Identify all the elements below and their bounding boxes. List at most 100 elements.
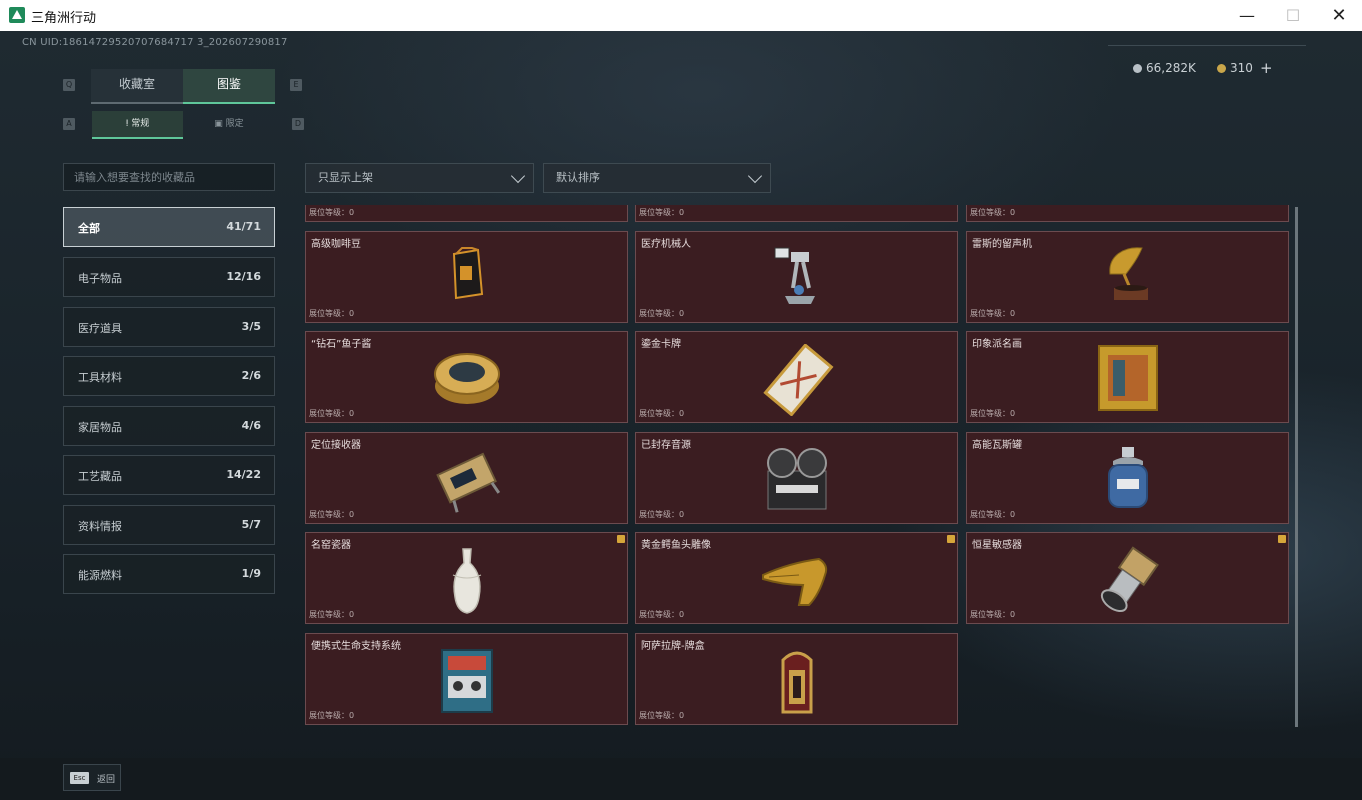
item-level: 展位等级：0 <box>309 409 355 418</box>
item-card[interactable]: 展位等级：0 <box>966 205 1289 222</box>
item-level: 展位等级：0 <box>970 409 1016 418</box>
item-level: 展位等级：0 <box>309 309 355 318</box>
item-name: 已封存音源 <box>641 440 691 451</box>
item-level: 展位等级：0 <box>970 610 1016 619</box>
category-energy[interactable]: 能源燃料 1/9 <box>63 554 275 594</box>
category-name: 资料情报 <box>78 520 122 533</box>
subtab-regular-label: 常规 <box>131 119 150 129</box>
item-name: 阿萨拉牌-牌盒 <box>641 641 705 652</box>
category-count: 12/16 <box>226 270 261 283</box>
warning-icon <box>947 535 955 543</box>
item-card[interactable]: “钻石”鱼子酱 展位等级：0 <box>305 331 628 423</box>
item-card[interactable]: 展位等级：0 <box>305 205 628 222</box>
add-currency-button[interactable]: + <box>1260 59 1273 77</box>
key-hint-d: D <box>292 118 304 130</box>
gold-currency: 310 <box>1217 61 1253 75</box>
sort-value: 默认排序 <box>556 171 600 184</box>
category-count: 14/22 <box>226 468 261 481</box>
silver-coin-icon <box>1133 64 1142 73</box>
item-level: 展位等级：0 <box>970 510 1016 519</box>
item-name: 雷斯的留声机 <box>972 239 1032 250</box>
category-electronics[interactable]: 电子物品 12/16 <box>63 257 275 297</box>
medical-robot-icon <box>774 247 815 304</box>
category-name: 家居物品 <box>78 421 122 434</box>
item-card[interactable]: 展位等级：0 <box>635 205 958 222</box>
grid-scrollbar[interactable] <box>1295 207 1298 727</box>
silver-currency: 66,282K <box>1133 61 1196 75</box>
window-title: 三角洲行动 <box>31 11 97 26</box>
item-name: 高能瓦斯罐 <box>972 440 1022 451</box>
receiver-icon <box>435 452 500 513</box>
tab-catalog[interactable]: 图鉴 <box>183 69 275 104</box>
sort-dropdown[interactable]: 默认排序 <box>543 163 771 193</box>
item-card[interactable]: 高能瓦斯罐 展位等级：0 <box>966 432 1289 524</box>
item-card[interactable]: 医疗机械人 展位等级：0 <box>635 231 958 323</box>
category-household[interactable]: 家居物品 4/6 <box>63 406 275 446</box>
item-card[interactable]: 黄金鳄鱼头雕像 展位等级：0 <box>635 532 958 624</box>
gas-canister-icon <box>1107 447 1148 508</box>
item-card[interactable]: 名窑瓷器 展位等级：0 <box>305 532 628 624</box>
category-count: 5/7 <box>241 518 261 531</box>
warning-icon <box>617 535 625 543</box>
item-card[interactable]: 阿萨拉牌-牌盒 展位等级：0 <box>635 633 958 725</box>
game-area: CN UID:18614729520707684717 3_2026072908… <box>0 31 1362 800</box>
gold-crocodile-icon <box>761 557 827 606</box>
star-sensor-icon <box>1100 546 1159 613</box>
category-crafts[interactable]: 工艺藏品 14/22 <box>63 455 275 495</box>
picture-icon: ▣ <box>214 119 226 129</box>
minimize-button[interactable]: — <box>1224 0 1270 31</box>
maximize-button[interactable]: ☐ <box>1270 0 1316 31</box>
category-name: 能源燃料 <box>78 569 122 582</box>
gramophone-icon <box>1108 247 1148 300</box>
item-level: 展位等级：0 <box>639 409 685 418</box>
item-level: 展位等级：0 <box>639 208 685 217</box>
search-input[interactable] <box>63 163 275 191</box>
close-button[interactable]: ✕ <box>1316 0 1362 31</box>
item-level: 展位等级：0 <box>309 711 355 720</box>
category-count: 4/6 <box>241 419 261 432</box>
item-card[interactable]: 印象派名画 展位等级：0 <box>966 331 1289 423</box>
category-tools[interactable]: 工具材料 2/6 <box>63 356 275 396</box>
item-card[interactable]: 高级咖啡豆 展位等级：0 <box>305 231 628 323</box>
category-all[interactable]: 全部 41/71 <box>63 207 275 247</box>
category-name: 工艺藏品 <box>78 470 122 483</box>
footer-bar <box>0 758 1362 800</box>
tab-collection-room[interactable]: 收藏室 <box>91 69 183 104</box>
porcelain-vase-icon <box>452 548 481 614</box>
collection-grid: 展位等级：0 展位等级：0 展位等级：0 高级咖啡豆 展位等级：0 医疗机械人 <box>305 205 1289 728</box>
category-name: 工具材料 <box>78 371 122 384</box>
item-card[interactable]: 恒星敏感器 展位等级：0 <box>966 532 1289 624</box>
category-intel[interactable]: 资料情报 5/7 <box>63 505 275 545</box>
item-card[interactable]: 定位接收器 展位等级：0 <box>305 432 628 524</box>
item-level: 展位等级：0 <box>639 711 685 720</box>
item-name: 印象派名画 <box>972 339 1022 350</box>
item-level: 展位等级：0 <box>639 309 685 318</box>
subtab-limited[interactable]: ▣ 限定 <box>183 111 275 137</box>
category-count: 41/71 <box>226 220 261 233</box>
warning-icon <box>1278 535 1286 543</box>
life-support-icon <box>440 649 493 713</box>
player-uid: CN UID:18614729520707684717 3_2026072908… <box>22 37 288 48</box>
coffee-bag-icon <box>452 247 483 300</box>
category-name: 全部 <box>78 222 100 235</box>
item-name: 定位接收器 <box>311 440 361 451</box>
category-count: 2/6 <box>241 369 261 382</box>
item-card[interactable]: 雷斯的留声机 展位等级：0 <box>966 231 1289 323</box>
shelf-filter-dropdown[interactable]: 只显示上架 <box>305 163 534 193</box>
item-name: 黄金鳄鱼头雕像 <box>641 540 711 551</box>
reel-recorder-icon <box>766 448 827 510</box>
category-medical[interactable]: 医疗道具 3/5 <box>63 307 275 347</box>
item-card[interactable]: 已封存音源 展位等级：0 <box>635 432 958 524</box>
item-card[interactable]: 鎏金卡牌 展位等级：0 <box>635 331 958 423</box>
item-name: 高级咖啡豆 <box>311 239 361 250</box>
silver-amount: 66,282K <box>1146 61 1196 75</box>
back-button[interactable]: Esc 返回 <box>63 764 121 791</box>
item-level: 展位等级：0 <box>970 208 1016 217</box>
item-card[interactable]: 便携式生命支持系统 展位等级：0 <box>305 633 628 725</box>
category-count: 3/5 <box>241 320 261 333</box>
card-box-icon <box>781 651 812 714</box>
subtab-regular[interactable]: ⵑ 常规 <box>92 111 183 139</box>
shelf-filter-value: 只显示上架 <box>318 171 373 184</box>
gold-coin-icon <box>1217 64 1226 73</box>
esc-key-icon: Esc <box>70 772 89 784</box>
